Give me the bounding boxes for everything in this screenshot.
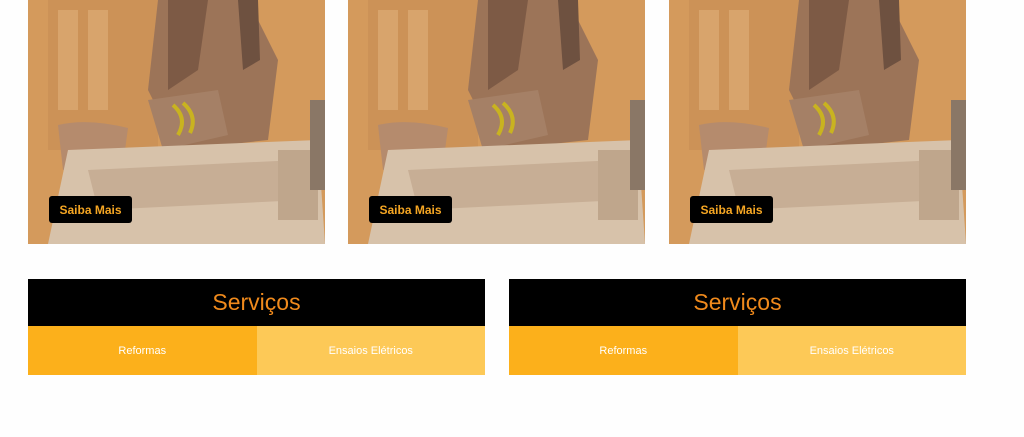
service-image-card: Saiba Mais — [28, 0, 325, 244]
service-image-card: Saiba Mais — [348, 0, 645, 244]
saiba-mais-button[interactable]: Saiba Mais — [369, 196, 452, 223]
tab-ensaios-eletricos[interactable]: Ensaios Elétricos — [256, 326, 485, 375]
saiba-mais-button[interactable]: Saiba Mais — [690, 196, 773, 223]
tab-reformas[interactable]: Reformas — [28, 326, 257, 375]
services-panel: Serviços Reformas Ensaios Elétricos — [509, 279, 966, 375]
tab-ensaios-eletricos[interactable]: Ensaios Elétricos — [737, 326, 966, 375]
service-image-card: Saiba Mais — [669, 0, 966, 244]
saiba-mais-button[interactable]: Saiba Mais — [49, 196, 132, 223]
services-panel: Serviços Reformas Ensaios Elétricos — [28, 279, 485, 375]
services-tabs: Reformas Ensaios Elétricos — [28, 326, 485, 375]
services-title: Serviços — [509, 279, 966, 326]
services-title: Serviços — [28, 279, 485, 326]
services-tabs: Reformas Ensaios Elétricos — [509, 326, 966, 375]
tab-reformas[interactable]: Reformas — [509, 326, 738, 375]
